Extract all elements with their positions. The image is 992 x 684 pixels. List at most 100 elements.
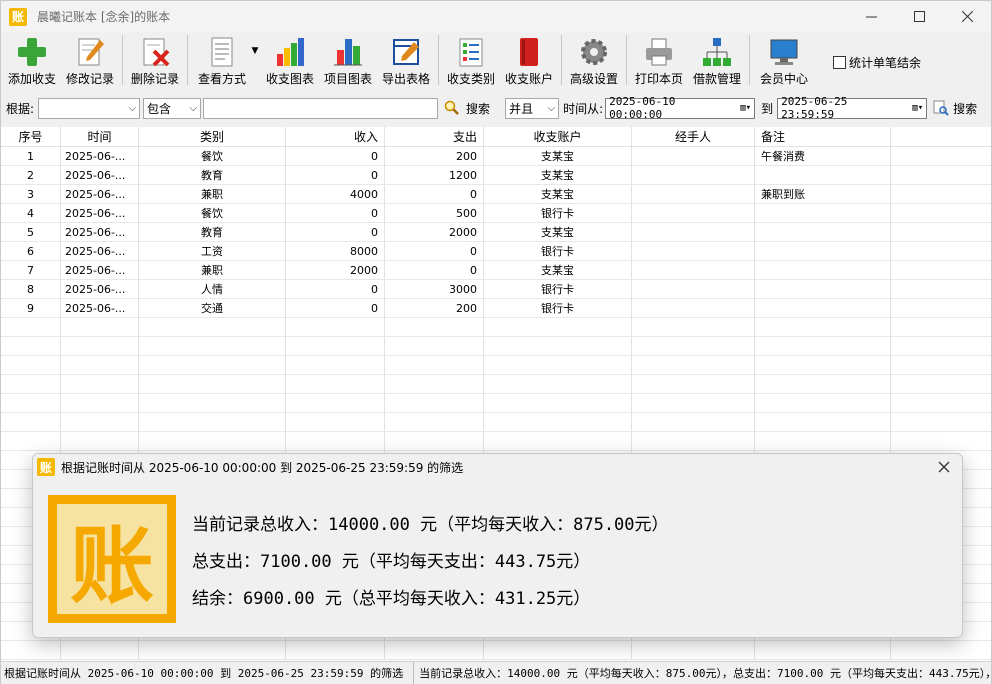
filter-field-select[interactable]: ⌵: [38, 97, 141, 119]
cell-note: [755, 641, 891, 659]
edit-record-button[interactable]: 修改记录: [61, 32, 119, 88]
app-logo-icon: 账: [9, 7, 27, 26]
cell-index: 8: [1, 280, 61, 298]
cell-handler: [632, 337, 755, 355]
print-page-button[interactable]: 打印本页: [630, 32, 688, 88]
export-table-button[interactable]: 导出表格: [377, 32, 435, 88]
table-row[interactable]: [1, 318, 991, 337]
category-button[interactable]: 收支类别: [442, 32, 500, 88]
column-header-account[interactable]: 收支账户: [484, 127, 632, 146]
keyword-input[interactable]: [203, 97, 439, 119]
cell-empty: [891, 432, 991, 450]
cell-index: [1, 356, 61, 374]
single-summary-checkbox[interactable]: 统计单笔结余: [833, 54, 921, 71]
cell-expense: 200: [385, 299, 484, 317]
table-row[interactable]: [1, 641, 991, 660]
cell-income: 0: [286, 204, 385, 222]
cell-time: [61, 413, 139, 431]
table-row[interactable]: 5 2025-06-... 教育 0 2000 支某宝: [1, 223, 991, 242]
cell-handler: [632, 147, 755, 165]
table-row[interactable]: 6 2025-06-... 工资 8000 0 银行卡: [1, 242, 991, 261]
table-row[interactable]: 4 2025-06-... 餐饮 0 500 银行卡: [1, 204, 991, 223]
cell-time: [61, 375, 139, 393]
cell-note: [755, 242, 891, 260]
cell-time: 2025-06-...: [61, 261, 139, 279]
delete-record-button[interactable]: 删除记录: [126, 32, 184, 88]
cell-category: 交通: [139, 299, 286, 317]
cell-handler: [632, 204, 755, 222]
cell-note: [755, 318, 891, 336]
table-row[interactable]: 2 2025-06-... 教育 0 1200 支某宝: [1, 166, 991, 185]
cell-expense: [385, 641, 484, 659]
table-row[interactable]: [1, 356, 991, 375]
table-row[interactable]: 7 2025-06-... 兼职 2000 0 支某宝: [1, 261, 991, 280]
time-search-button[interactable]: 搜索: [933, 100, 977, 117]
maximize-button[interactable]: [895, 1, 943, 32]
income-expense-chart-button[interactable]: 收支图表: [261, 32, 319, 88]
table-row[interactable]: 3 2025-06-... 兼职 4000 0 支某宝 兼职到账: [1, 185, 991, 204]
popup-close-button[interactable]: [938, 458, 950, 477]
summary-total-income: 当前记录总收入：14000.00 元（平均每天收入：875.00元）: [192, 515, 669, 535]
table-row[interactable]: [1, 394, 991, 413]
time-to-label: 到: [761, 101, 774, 116]
project-chart-button[interactable]: 项目图表: [319, 32, 377, 88]
cell-category: [139, 375, 286, 393]
cell-note: [755, 413, 891, 431]
cell-account: 支某宝: [484, 261, 632, 279]
chevron-down-icon: ▼: [251, 46, 259, 56]
cell-income: [286, 413, 385, 431]
table-row[interactable]: [1, 337, 991, 356]
advanced-settings-button[interactable]: 高级设置: [565, 32, 623, 88]
match-mode-select[interactable]: 包含 ⌵: [143, 97, 202, 119]
column-header-expense[interactable]: 支出: [385, 127, 484, 146]
computer-icon: [768, 36, 800, 68]
minimize-button[interactable]: [847, 1, 895, 32]
cell-income: 0: [286, 166, 385, 184]
view-mode-dropdown-arrow[interactable]: ▼: [249, 32, 261, 88]
popup-title-bar: 账 根据记账时间从 2025-06-10 00:00:00 到 2025-06-…: [33, 454, 962, 480]
column-header-category[interactable]: 类别: [139, 127, 286, 146]
cell-time: 2025-06-...: [61, 223, 139, 241]
table-row[interactable]: [1, 375, 991, 394]
account-button[interactable]: 收支账户: [500, 32, 558, 88]
checkbox-box[interactable]: [833, 56, 846, 69]
popup-summary: 当前记录总收入：14000.00 元（平均每天收入：875.00元） 总支出：7…: [192, 504, 669, 615]
logic-select[interactable]: 并且 ⌵: [505, 97, 560, 119]
calendar-icon[interactable]: ▥▾: [905, 103, 923, 113]
table-row[interactable]: 9 2025-06-... 交通 0 200 银行卡: [1, 299, 991, 318]
cell-account: 支某宝: [484, 166, 632, 184]
column-header-index[interactable]: 序号: [1, 127, 61, 146]
cell-account: 银行卡: [484, 299, 632, 317]
time-to-picker[interactable]: 2025-06-25 23:59:59 ▥▾: [777, 95, 928, 121]
cell-category: 餐饮: [139, 204, 286, 222]
cell-index: 2: [1, 166, 61, 184]
cell-handler: [632, 318, 755, 336]
window-controls: [847, 1, 991, 32]
loan-management-button[interactable]: 借款管理: [688, 32, 746, 88]
keyword-search-button[interactable]: 搜索: [444, 100, 490, 117]
add-record-button[interactable]: 添加收支: [3, 32, 61, 88]
column-header-time[interactable]: 时间: [61, 127, 139, 146]
calendar-icon[interactable]: ▥▾: [733, 103, 751, 113]
title-bar: 账 晨曦记账本 [念余]的账本: [1, 1, 991, 32]
cell-account: 银行卡: [484, 204, 632, 222]
cell-note: [755, 204, 891, 222]
time-from-picker[interactable]: 2025-06-10 00:00:00 ▥▾: [605, 95, 756, 121]
close-icon: [938, 461, 950, 473]
column-header-income[interactable]: 收入: [286, 127, 385, 146]
table-row[interactable]: [1, 413, 991, 432]
column-header-note[interactable]: 备注: [755, 127, 891, 146]
cell-account: 支某宝: [484, 185, 632, 203]
member-center-button[interactable]: 会员中心: [753, 32, 815, 88]
table-row[interactable]: [1, 432, 991, 451]
table-row[interactable]: 1 2025-06-... 餐饮 0 200 支某宝 午餐消费: [1, 147, 991, 166]
cell-category: 教育: [139, 223, 286, 241]
cell-index: 9: [1, 299, 61, 317]
column-header-handler[interactable]: 经手人: [632, 127, 755, 146]
cell-handler: [632, 413, 755, 431]
cell-time: [61, 432, 139, 450]
view-mode-button[interactable]: 查看方式: [191, 32, 253, 88]
close-button[interactable]: [943, 1, 991, 32]
cell-index: 7: [1, 261, 61, 279]
table-row[interactable]: 8 2025-06-... 人情 0 3000 银行卡: [1, 280, 991, 299]
